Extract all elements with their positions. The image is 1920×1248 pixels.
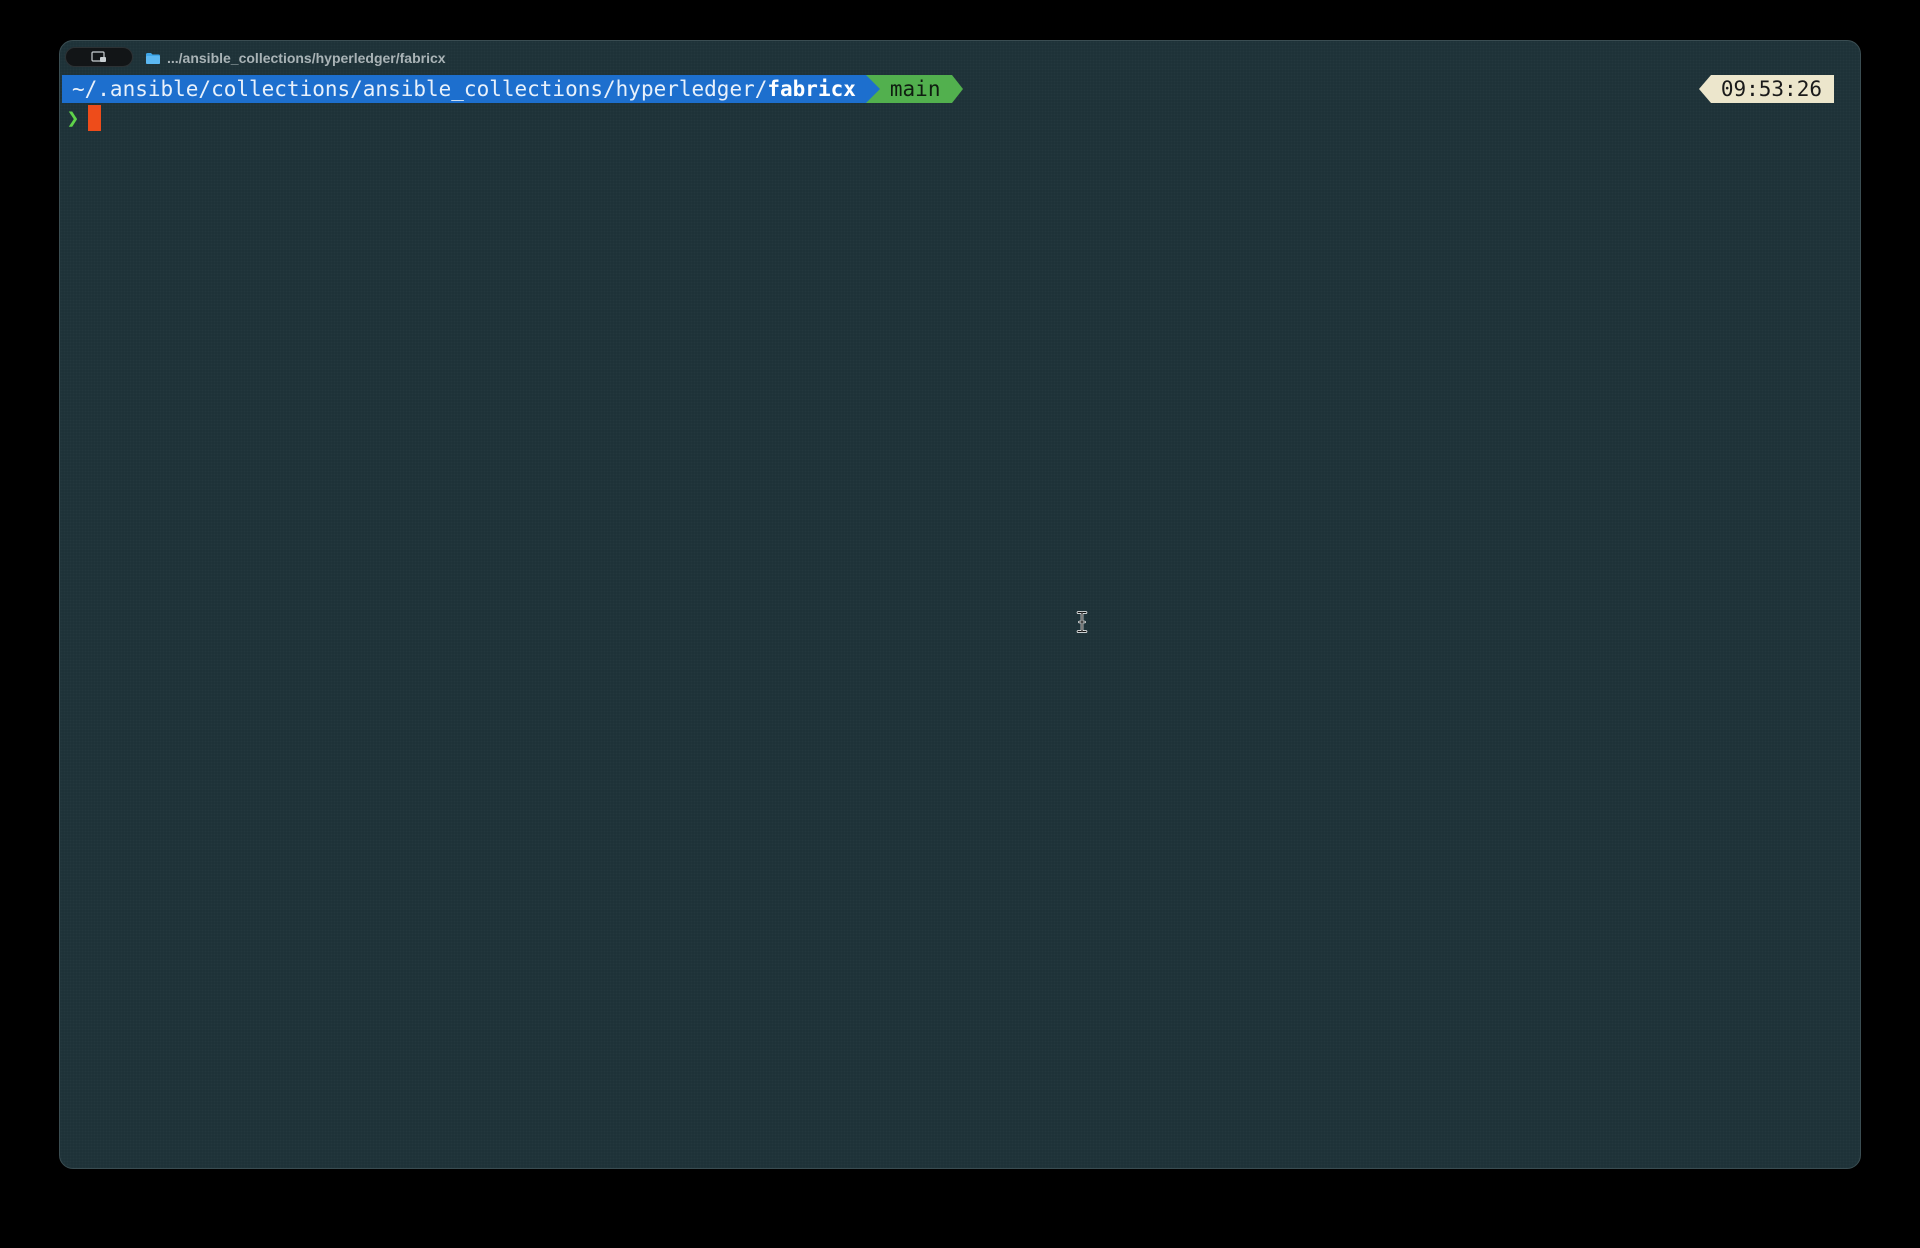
terminal-window[interactable]: .../ansible_collections/hyperledger/fabr…	[59, 40, 1861, 1169]
tab-bar: .../ansible_collections/hyperledger/fabr…	[60, 41, 1860, 75]
command-input-line[interactable]: ❯	[62, 105, 101, 131]
folder-icon	[145, 52, 161, 65]
tab-title-text: .../ansible_collections/hyperledger/fabr…	[167, 50, 446, 66]
prompt-line: ~/.ansible/collections/ansible_collectio…	[62, 75, 964, 103]
git-branch-name: main	[889, 77, 941, 101]
powerline-separator-icon	[952, 75, 964, 103]
text-cursor	[88, 105, 101, 131]
powerline-separator-icon	[865, 75, 880, 103]
git-branch-segment: main	[879, 75, 953, 103]
prompt-time: 09:53:26	[1720, 77, 1822, 101]
prompt-time-segment: 09:53:26	[1698, 75, 1834, 103]
tab-title[interactable]: .../ansible_collections/hyperledger/fabr…	[145, 48, 446, 68]
sidebar-toggle-button[interactable]	[65, 47, 133, 67]
prompt-char: ❯	[66, 106, 80, 130]
mouse-ibeam-cursor-icon	[1076, 611, 1088, 633]
sidebar-toggle-icon	[91, 51, 107, 63]
path-prefix: ~/.ansible/collections/ansible_collectio…	[72, 77, 768, 101]
powerline-separator-icon	[1698, 75, 1711, 103]
prompt-path-segment: ~/.ansible/collections/ansible_collectio…	[62, 75, 866, 103]
path-current-dir: fabricx	[767, 77, 856, 101]
